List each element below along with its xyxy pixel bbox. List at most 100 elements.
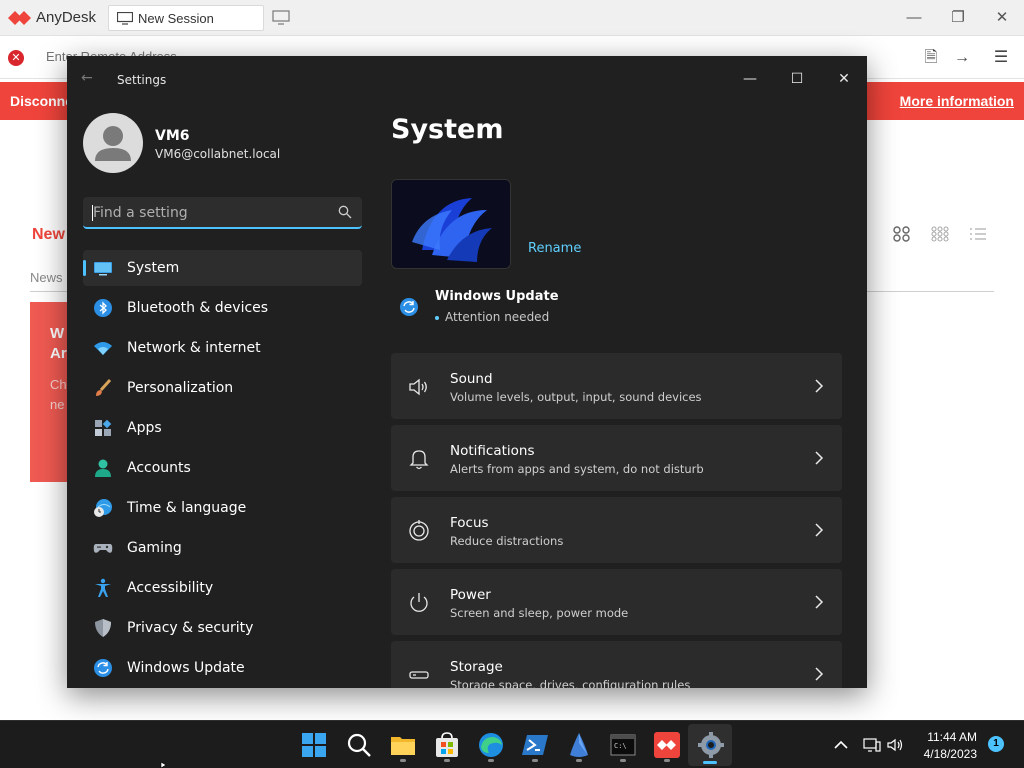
sidebar-item-label: System — [127, 260, 180, 276]
focus-icon — [409, 520, 429, 541]
card-title: Storage — [450, 659, 503, 675]
file-transfer-icon[interactable]: 🗎 — [921, 48, 941, 68]
anydesk-minimize-button[interactable]: — — [904, 8, 924, 28]
news-tab[interactable]: News — [30, 270, 63, 285]
sidebar-item-time-language[interactable]: Time & language — [83, 490, 362, 526]
settings-search[interactable] — [83, 197, 362, 229]
windows-update-link[interactable]: Windows Update — [435, 289, 559, 304]
anydesk-logo-icon — [8, 11, 31, 25]
sidebar-item-label: Accessibility — [127, 580, 214, 596]
close-button[interactable]: ✕ — [829, 64, 859, 94]
bell-icon — [409, 450, 429, 470]
start-icon[interactable] — [300, 731, 328, 759]
sidebar-item-network[interactable]: Network & internet — [83, 330, 362, 366]
running-indicator — [532, 759, 538, 762]
minimize-button[interactable]: — — [735, 64, 765, 94]
close-session-icon[interactable]: ✕ — [8, 50, 24, 66]
search-icon[interactable] — [345, 731, 373, 759]
anydesk-restore-button[interactable]: ❐ — [948, 8, 968, 28]
card-sound[interactable]: Sound Volume levels, output, input, soun… — [391, 353, 842, 419]
globe-clock-icon — [94, 499, 112, 517]
svg-text:C:\: C:\ — [614, 742, 627, 750]
chevron-right-icon — [815, 667, 824, 681]
news-card-title: W Ar — [50, 325, 67, 362]
user-name: VM6 — [155, 128, 190, 144]
chevron-up-icon[interactable] — [832, 736, 850, 754]
anydesk-close-button[interactable]: ✕ — [992, 8, 1012, 28]
bluetooth-icon — [94, 299, 112, 317]
more-information-link[interactable]: More information — [900, 93, 1014, 109]
sidebar-item-label: Network & internet — [127, 340, 261, 356]
edge-icon[interactable] — [477, 731, 505, 759]
notification-badge[interactable]: 1 — [988, 736, 1004, 752]
sidebar-item-apps[interactable]: Apps — [83, 410, 362, 446]
hamburger-menu-icon[interactable]: ☰ — [991, 48, 1011, 68]
sidebar-item-accessibility[interactable]: Accessibility — [83, 570, 362, 606]
card-title: Power — [450, 587, 491, 603]
settings-nav: System Bluetooth & devices Network & int… — [83, 250, 362, 688]
maximize-button[interactable]: ☐ — [782, 64, 812, 94]
tab-label: New Session — [138, 11, 214, 26]
news-heading: New — [32, 226, 65, 243]
active-app-indicator — [703, 761, 717, 764]
volume-icon[interactable] — [887, 736, 905, 754]
avatar[interactable] — [83, 113, 143, 173]
back-arrow-icon[interactable]: ← — [81, 70, 99, 88]
card-subtitle: Volume levels, output, input, sound devi… — [450, 390, 702, 404]
clock-time[interactable]: 11:44 AM — [927, 730, 977, 744]
apps-icon — [95, 419, 112, 436]
sidebar-item-privacy[interactable]: Privacy & security — [83, 610, 362, 646]
connect-arrow-icon[interactable]: → — [952, 48, 972, 68]
card-subtitle: Screen and sleep, power mode — [450, 606, 629, 620]
user-silhouette-icon — [95, 126, 131, 161]
page-title: System — [391, 114, 504, 145]
sidebar-item-label: Bluetooth & devices — [127, 300, 269, 316]
card-title: Notifications — [450, 443, 535, 459]
sidebar-item-bluetooth[interactable]: Bluetooth & devices — [83, 290, 362, 326]
chevron-right-icon — [815, 523, 824, 537]
sidebar-item-windows-update[interactable]: Windows Update — [83, 650, 362, 686]
anydesk-icon[interactable] — [653, 731, 681, 759]
running-indicator — [400, 759, 406, 762]
clock-date[interactable]: 4/18/2023 — [924, 747, 977, 761]
store-icon[interactable] — [433, 731, 461, 759]
system-settings-list: Sound Volume levels, output, input, soun… — [391, 353, 842, 688]
sidebar-item-accounts[interactable]: Accounts — [83, 450, 362, 486]
card-focus[interactable]: Focus Reduce distractions — [391, 497, 842, 563]
terminal-icon[interactable]: C:\ — [609, 731, 637, 759]
grid-large-view-icon[interactable] — [893, 226, 911, 242]
file-explorer-icon[interactable] — [389, 731, 417, 759]
sidebar-item-label: Personalization — [127, 380, 234, 396]
sidebar-item-label: Privacy & security — [127, 620, 254, 636]
rename-link[interactable]: Rename — [528, 241, 581, 256]
search-input[interactable] — [93, 204, 323, 222]
tab-new-session[interactable]: New Session — [108, 5, 264, 31]
sidebar-item-label: Windows Update — [127, 660, 245, 676]
sidebar-item-gaming[interactable]: Gaming — [83, 530, 362, 566]
card-subtitle: Alerts from apps and system, do not dist… — [450, 462, 704, 476]
shield-icon — [95, 619, 111, 637]
mouse-cursor-icon — [160, 762, 167, 768]
settings-icon[interactable] — [697, 731, 725, 759]
card-power[interactable]: Power Screen and sleep, power mode — [391, 569, 842, 635]
new-tab-icon[interactable] — [272, 10, 290, 26]
text-caret — [92, 205, 93, 221]
sidebar-item-label: Gaming — [127, 540, 182, 556]
sidebar-item-system[interactable]: System — [83, 250, 362, 286]
powershell-icon[interactable] — [521, 731, 549, 759]
app-name: AnyDesk — [36, 9, 97, 26]
chevron-right-icon — [815, 451, 824, 465]
taskbar: C:\ 11:44 AM 4/18/2023 — [0, 720, 1024, 768]
search-icon[interactable] — [338, 205, 352, 219]
azure-data-studio-icon[interactable] — [565, 731, 593, 759]
card-title: Sound — [450, 371, 493, 387]
anydesk-titlebar: AnyDesk New Session — ❐ ✕ — [0, 0, 1024, 36]
card-storage[interactable]: Storage Storage space, drives, configura… — [391, 641, 842, 688]
sidebar-item-personalization[interactable]: Personalization — [83, 370, 362, 406]
network-icon[interactable] — [863, 736, 881, 754]
power-icon — [410, 593, 428, 612]
card-notifications[interactable]: Notifications Alerts from apps and syste… — [391, 425, 842, 491]
grid-small-view-icon[interactable] — [931, 226, 949, 242]
device-wallpaper-image — [391, 179, 511, 269]
list-view-icon[interactable] — [969, 226, 987, 242]
